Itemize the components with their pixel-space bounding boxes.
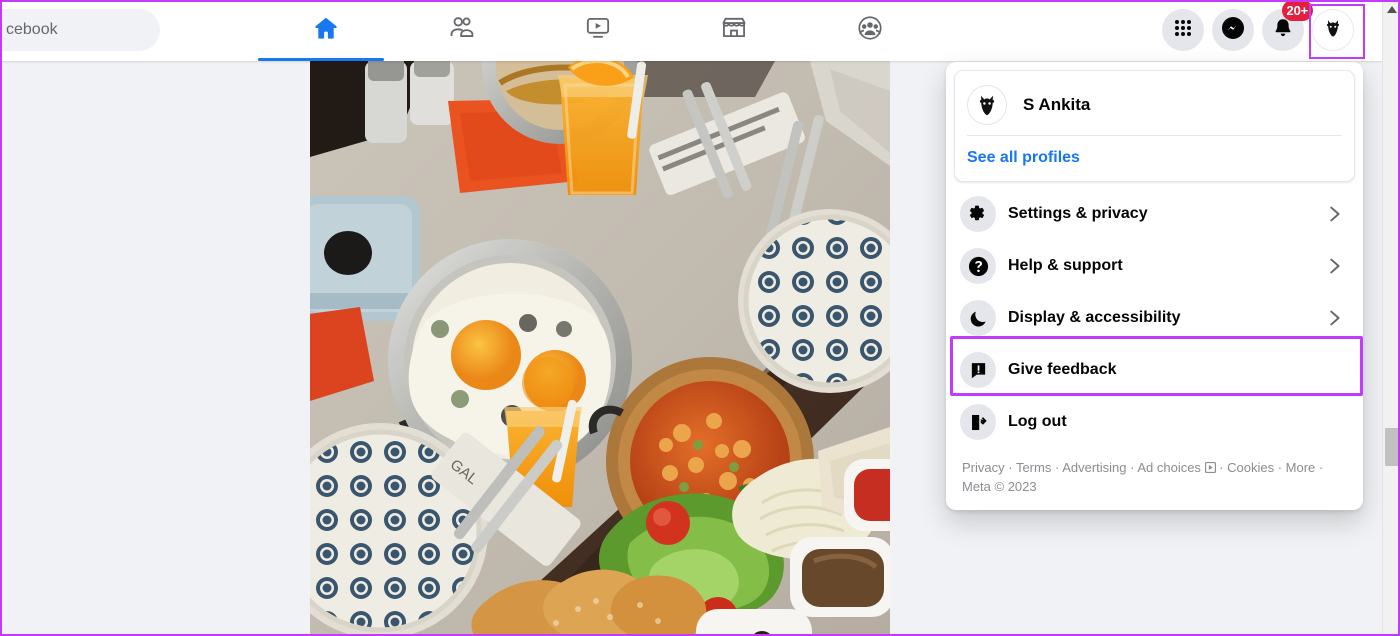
- primary-nav: [258, 0, 948, 61]
- facebook-page: cebook 20+ GAL S Ankita See all profiles…: [0, 0, 1400, 636]
- menu-item-feedback[interactable]: Give feedback: [954, 344, 1355, 396]
- footer-link-more[interactable]: More: [1286, 460, 1316, 475]
- browser-scrollbar[interactable]: [1382, 0, 1400, 636]
- chevron-right-icon: [1323, 255, 1345, 277]
- footer-separator: ·: [1126, 460, 1138, 475]
- footer-separator: ·: [1004, 460, 1016, 475]
- friends-icon: [447, 13, 477, 48]
- scrollbar-thumb[interactable]: [1385, 428, 1399, 466]
- ad-choices-icon: [1204, 460, 1216, 475]
- menu-item-display-accessibility[interactable]: Display & accessibility: [954, 292, 1355, 344]
- nav-tab-marketplace[interactable]: [666, 0, 802, 61]
- footer-link-cookies[interactable]: Cookies: [1227, 460, 1274, 475]
- home-icon: [312, 14, 340, 47]
- nav-tab-home[interactable]: [258, 0, 394, 61]
- nav-tab-watch[interactable]: [530, 0, 666, 61]
- footer-link-advertising[interactable]: Advertising: [1062, 460, 1126, 475]
- feed-photo[interactable]: GAL: [310, 61, 890, 636]
- top-navigation-bar: cebook 20+: [0, 0, 1382, 61]
- notification-badge: 20+: [1281, 0, 1313, 21]
- footer-link-ad-choices[interactable]: Ad choices: [1137, 460, 1201, 475]
- question-icon: [960, 248, 996, 284]
- footer-link-privacy[interactable]: Privacy: [962, 460, 1005, 475]
- profile-card: S Ankita See all profiles: [954, 70, 1355, 182]
- nav-tab-groups[interactable]: [802, 0, 938, 61]
- profile-name: S Ankita: [1023, 95, 1091, 114]
- menu-item-settings[interactable]: Settings & privacy: [954, 188, 1355, 240]
- profile-row[interactable]: S Ankita: [967, 81, 1342, 135]
- active-tab-underline: [258, 58, 384, 61]
- account-avatar-button[interactable]: [1312, 9, 1354, 51]
- account-menu-items: Settings & privacy Help & support Displa…: [954, 182, 1355, 448]
- footer-separator: ·: [1051, 460, 1063, 475]
- grid-menu-icon: [1173, 18, 1193, 43]
- footer-separator: ·: [1215, 460, 1228, 475]
- account-dropdown-menu: S Ankita See all profiles Settings & pri…: [946, 62, 1363, 510]
- chevron-right-icon: [1323, 307, 1345, 329]
- search-input[interactable]: cebook: [0, 9, 160, 51]
- moon-icon: [960, 300, 996, 336]
- batman-avatar-icon: [1322, 17, 1344, 44]
- chevron-right-icon: [1323, 203, 1345, 225]
- marketplace-icon: [719, 13, 749, 48]
- footer-separator: ·: [1274, 460, 1286, 475]
- footer-copyright: Meta © 2023: [962, 479, 1037, 494]
- messenger-button[interactable]: [1212, 9, 1254, 51]
- header-actions: 20+: [1162, 0, 1354, 51]
- batman-avatar-icon: [967, 85, 1007, 125]
- search-input-value: cebook: [6, 21, 58, 38]
- menu-item-label: Help & support: [1008, 257, 1123, 274]
- logout-icon: [960, 404, 996, 440]
- footer-separator: ·: [1315, 460, 1324, 475]
- grid-menu-button[interactable]: [1162, 9, 1204, 51]
- menu-footer: Privacy · Terms · Advertising · Ad choic…: [954, 448, 1355, 502]
- video-icon: [583, 13, 613, 48]
- nav-tab-friends[interactable]: [394, 0, 530, 61]
- menu-item-help[interactable]: Help & support: [954, 240, 1355, 292]
- menu-item-logout[interactable]: Log out: [954, 396, 1355, 448]
- groups-icon: [855, 13, 885, 48]
- menu-item-label: Log out: [1008, 413, 1067, 430]
- scroll-up-arrow-icon[interactable]: [1383, 0, 1400, 18]
- menu-item-label: Give feedback: [1008, 361, 1117, 378]
- footer-link-terms[interactable]: Terms: [1016, 460, 1051, 475]
- notifications-button[interactable]: 20+: [1262, 0, 1313, 51]
- feedback-icon: [960, 352, 996, 388]
- messenger-icon: [1221, 16, 1245, 45]
- menu-item-label: Display & accessibility: [1008, 309, 1181, 326]
- menu-item-label: Settings & privacy: [1008, 205, 1148, 222]
- gear-icon: [960, 196, 996, 232]
- see-all-profiles-link[interactable]: See all profiles: [967, 136, 1342, 169]
